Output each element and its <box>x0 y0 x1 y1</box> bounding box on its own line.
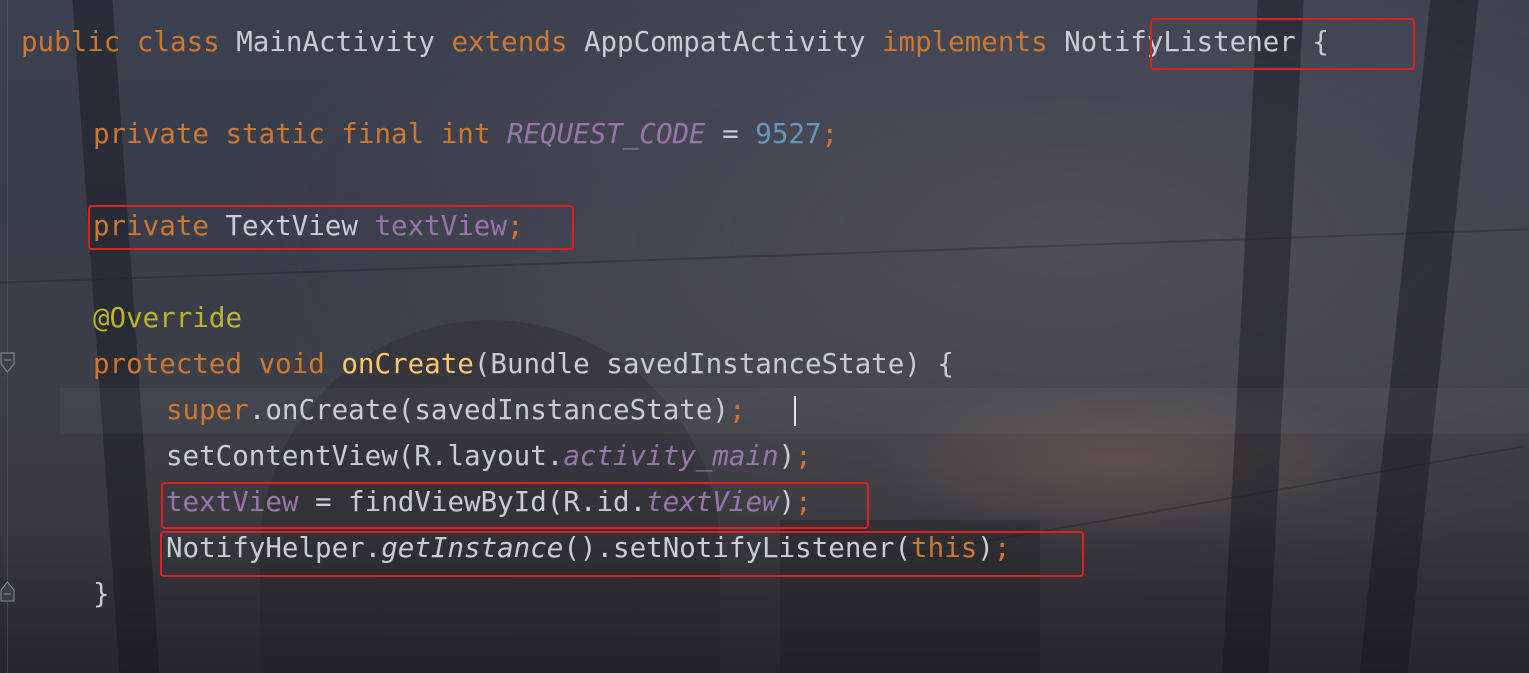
code-token: activity_main <box>563 440 779 472</box>
code-line-close-brace[interactable]: } <box>93 571 110 617</box>
code-token: (Bundle savedInstanceState) { <box>473 348 954 380</box>
code-line-override-annotation[interactable]: @Override <box>93 295 242 341</box>
code-token: @Override <box>93 302 243 334</box>
code-line-super-call[interactable]: super.onCreate(savedInstanceState); <box>166 387 746 433</box>
code-token: ; <box>728 394 746 426</box>
code-token: REQUEST_CODE <box>506 118 706 150</box>
code-token: onCreate <box>341 348 474 380</box>
code-token: class <box>136 26 237 58</box>
code-token: void <box>258 348 342 380</box>
highlight-set-notify-listener <box>160 531 1084 577</box>
code-token: = <box>705 118 756 150</box>
code-token: private <box>93 118 226 150</box>
code-token: ; <box>795 440 812 472</box>
code-line-class-decl[interactable]: public class MainActivity extends AppCom… <box>21 19 1329 65</box>
code-token: } <box>93 578 110 610</box>
code-token: .onCreate(savedInstanceState) <box>248 394 729 426</box>
highlight-notifylistener <box>1150 18 1415 70</box>
code-token: setContentView(R.layout. <box>166 440 564 472</box>
fold-close-icon[interactable] <box>0 580 15 602</box>
code-token: implements <box>881 26 1065 58</box>
code-token: protected <box>93 348 259 380</box>
text-caret <box>794 396 796 426</box>
editor-gutter <box>7 0 8 673</box>
code-line-request-code[interactable]: private static final int REQUEST_CODE = … <box>93 111 838 157</box>
code-token: public <box>21 26 137 58</box>
code-token: 9527 <box>755 118 822 150</box>
code-token: static <box>225 118 342 150</box>
code-token: super <box>166 394 249 426</box>
code-token: MainActivity <box>236 26 452 58</box>
code-line-set-content-view[interactable]: setContentView(R.layout.activity_main); <box>166 433 812 479</box>
code-token: AppCompatActivity <box>583 26 882 58</box>
code-line-oncreate-decl[interactable]: protected void onCreate(Bundle savedInst… <box>93 341 954 387</box>
highlight-find-view <box>161 482 869 529</box>
fold-open-icon[interactable] <box>0 352 15 374</box>
code-token: final <box>341 118 441 150</box>
code-token: ; <box>821 118 839 150</box>
code-token: ) <box>778 440 796 472</box>
highlight-textview-field <box>88 205 574 250</box>
code-token: extends <box>451 26 584 58</box>
code-token: int <box>440 118 507 150</box>
